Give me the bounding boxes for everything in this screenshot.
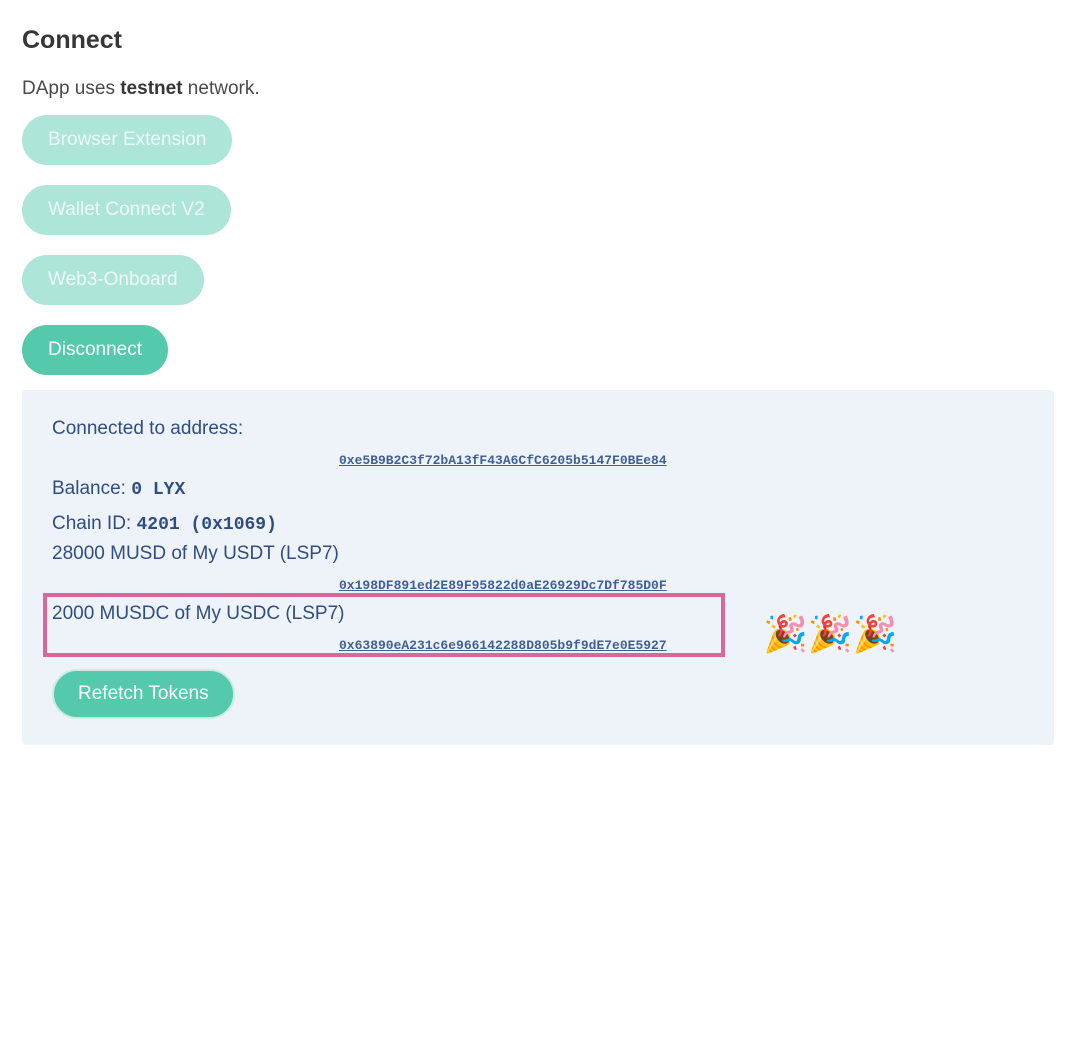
connected-label: Connected to address:	[52, 418, 244, 439]
chain-value: 4201 (0x1069)	[136, 515, 277, 535]
network-info: DApp uses testnet network.	[22, 76, 260, 102]
balance-line: Balance: 0 LYX	[52, 476, 185, 503]
chain-label: Chain ID:	[52, 513, 137, 534]
token-address-link[interactable]: 0x63890eA231c6e966142288D805b9f9dE7e0E59…	[339, 637, 667, 655]
chain-line: Chain ID: 4201 (0x1069)	[52, 511, 277, 538]
page-title: Connect	[22, 26, 122, 54]
party-popper-icon: 🎉🎉🎉	[763, 613, 898, 654]
refetch-tokens-button[interactable]: Refetch Tokens	[52, 669, 235, 719]
wallet-connect-button[interactable]: Wallet Connect V2	[22, 185, 231, 235]
network-suffix: network.	[182, 78, 260, 99]
balance-label: Balance:	[52, 478, 132, 499]
network-prefix: DApp uses	[22, 78, 121, 99]
account-address-link[interactable]: 0xe5B9B2C3f72bA13fF43A6CfC6205b5147F0BEe…	[339, 452, 667, 470]
account-panel: Connected to address: 0xe5B9B2C3f72bA13f…	[22, 390, 1054, 745]
web3-onboard-button[interactable]: Web3-Onboard	[22, 255, 204, 305]
token-label: 2000 MUSDC of My USDC (LSP7)	[52, 603, 345, 624]
browser-extension-button[interactable]: Browser Extension	[22, 115, 233, 165]
network-name: testnet	[120, 78, 183, 99]
token-label: 28000 MUSD of My USDT (LSP7)	[52, 543, 339, 564]
balance-value: 0 LYX	[131, 480, 186, 500]
disconnect-button[interactable]: Disconnect	[22, 325, 168, 375]
